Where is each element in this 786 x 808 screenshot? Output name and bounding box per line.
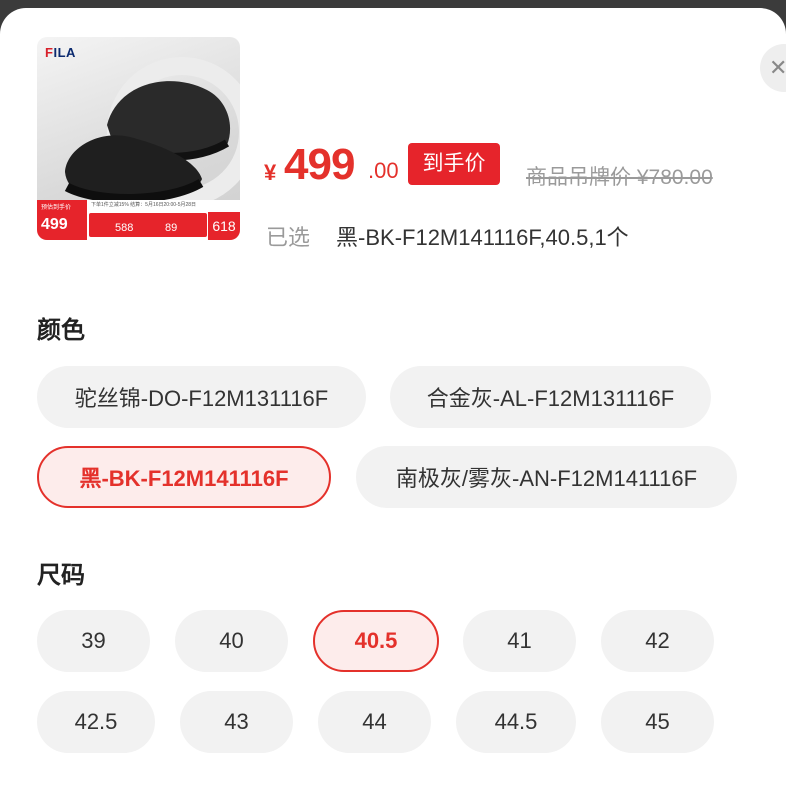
promo-detail: 下单1件立减15% 结算：5月16日20:00-5月28日 588 89 <box>89 201 207 239</box>
promo-value-1: 588 <box>115 222 134 234</box>
final-price-badge: 到手价 <box>408 143 500 185</box>
close-icon: ✕ <box>769 55 786 80</box>
promo-note: 下单1件立减15% 结算：5月16日20:00-5月28日 <box>91 202 197 208</box>
color-option[interactable]: 合金灰-AL-F12M131116F <box>390 366 711 428</box>
size-option[interactable]: 45 <box>601 691 714 753</box>
shoe-front-image <box>64 135 204 203</box>
selected-value: 黑-BK-F12M141116F,40.5,1个 <box>336 225 629 250</box>
price-integer: 499 <box>284 140 355 189</box>
selected-summary: 已选 黑-BK-F12M141116F,40.5,1个 <box>266 220 629 252</box>
size-option[interactable]: 40 <box>175 610 288 672</box>
brand-logo: FILA <box>45 45 76 60</box>
original-price: 商品吊牌价 ¥780.00 <box>526 166 713 189</box>
size-section-title: 尺码 <box>37 562 85 589</box>
size-option[interactable]: 44 <box>318 691 431 753</box>
promo-event-tag: 618 <box>208 212 240 240</box>
size-option[interactable]: 44.5 <box>456 691 576 753</box>
promo-tag-label: 预估到手价 <box>41 205 72 211</box>
promo-value-2: 89 <box>165 222 178 234</box>
promo-banner: 预估到手价 499 下单1件立减15% 结算：5月16日20:00-5月28日 … <box>37 200 240 240</box>
size-option-selected[interactable]: 40.5 <box>313 610 439 672</box>
size-option[interactable]: 41 <box>463 610 576 672</box>
price-decimal: .00 <box>368 158 399 183</box>
product-thumbnail[interactable]: FILA 预估到手价 499 下单1件立减15% 结算：5月16日20:00-5… <box>37 37 240 240</box>
size-option[interactable]: 39 <box>37 610 150 672</box>
size-option[interactable]: 42.5 <box>37 691 155 753</box>
color-option[interactable]: 南极灰/雾灰-AN-F12M141116F <box>356 446 737 508</box>
currency-symbol: ¥ <box>264 160 277 185</box>
size-option[interactable]: 42 <box>601 610 714 672</box>
promo-price-tag: 预估到手价 499 <box>37 200 87 240</box>
color-option[interactable]: 驼丝锦-DO-F12M131116F <box>37 366 366 428</box>
promo-breakdown: 588 89 <box>89 213 207 237</box>
size-option[interactable]: 43 <box>180 691 293 753</box>
promo-tag-price: 499 <box>41 216 68 233</box>
selected-label: 已选 <box>266 225 311 250</box>
color-section-title: 颜色 <box>37 317 85 344</box>
color-option-selected[interactable]: 黑-BK-F12M141116F <box>37 446 331 508</box>
